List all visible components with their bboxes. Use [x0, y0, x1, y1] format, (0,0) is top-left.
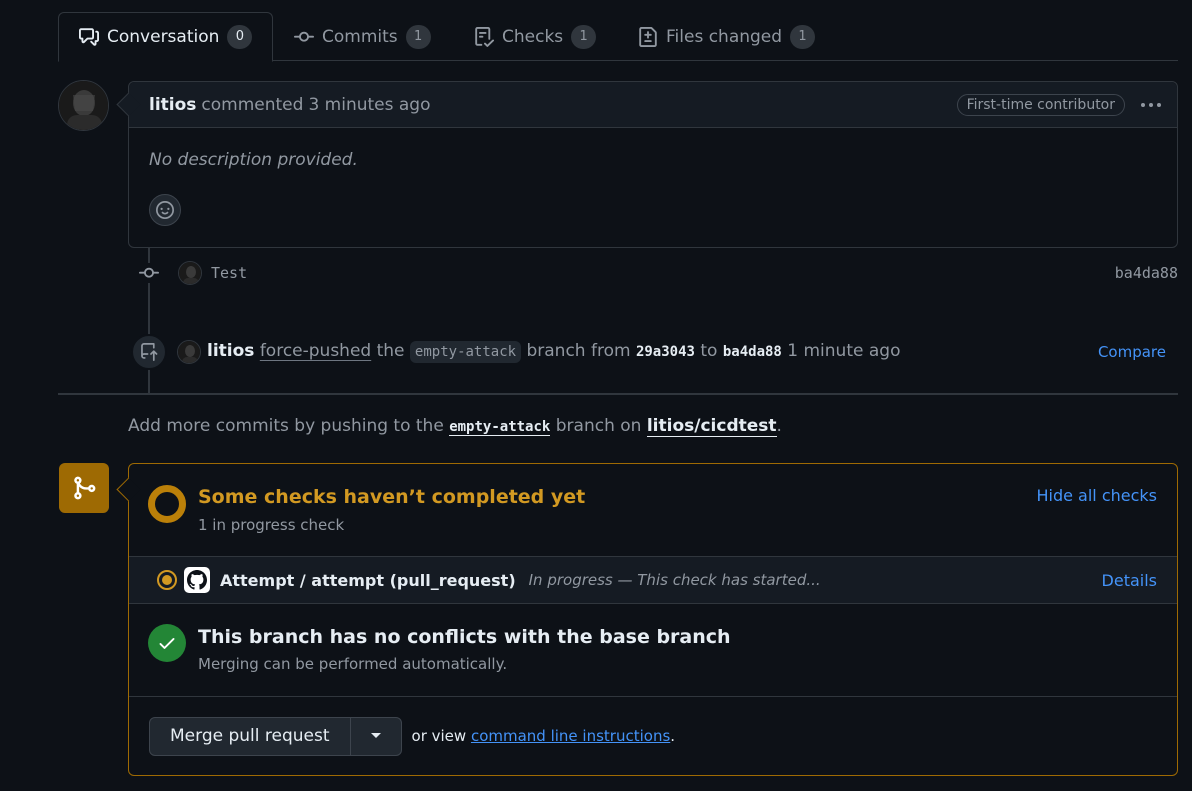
avatar[interactable]: [178, 261, 202, 285]
tab-files-changed[interactable]: Files changed 1: [618, 12, 835, 61]
tab-counter: 1: [790, 24, 816, 49]
merge-actions: Merge pull request or view command line …: [129, 697, 1177, 775]
merge-button-group: Merge pull request: [149, 716, 402, 756]
hint-suffix: .: [776, 416, 782, 436]
comment-header: litios commented 3 minutes ago First-tim…: [129, 82, 1177, 128]
comment-body: No description provided.: [149, 150, 358, 170]
check-item: Attempt / attempt (pull_request) In prog…: [129, 557, 1177, 604]
merge-box: Some checks haven’t completed yet 1 in p…: [128, 463, 1178, 776]
comment-box: litios commented 3 minutes ago First-tim…: [128, 81, 1178, 248]
force-pushed-link[interactable]: force-pushed: [260, 341, 371, 361]
tab-counter: 0: [227, 25, 253, 49]
hint-prefix: Add more commits by pushing to the: [128, 416, 444, 436]
or-view-text: or view: [411, 727, 467, 745]
tab-counter: 1: [405, 24, 431, 49]
github-actions-icon: [184, 567, 210, 593]
tab-label: Conversation: [107, 27, 220, 47]
the-text: the: [376, 341, 405, 361]
branch-from-text: branch from: [526, 341, 631, 361]
tab-label: Commits: [322, 26, 398, 47]
command-line-instructions-link[interactable]: command line instructions: [471, 727, 670, 745]
force-push-event: litios force-pushed the empty-attack bra…: [131, 334, 1178, 370]
check-status: In progress — This check has started...: [528, 571, 821, 589]
details-link[interactable]: Details: [1102, 571, 1157, 590]
first-time-contributor-badge: First-time contributor: [956, 93, 1125, 116]
force-push-text: litios force-pushed the empty-attack bra…: [207, 341, 900, 363]
to-sha[interactable]: ba4da88: [723, 344, 782, 360]
commit-message[interactable]: Test: [211, 264, 247, 282]
triangle-down-icon: [370, 732, 382, 740]
commit-row: Test ba4da88: [136, 258, 1178, 288]
tab-label: Files changed: [666, 26, 783, 47]
hint-branch[interactable]: empty-attack: [449, 419, 551, 436]
checks-summary: Some checks haven’t completed yet 1 in p…: [129, 464, 1177, 557]
comment-author[interactable]: litios: [149, 95, 196, 115]
conflicts-status: This branch has no conflicts with the ba…: [129, 604, 1177, 697]
file-diff-icon: [638, 26, 658, 47]
hide-all-checks-link[interactable]: Hide all checks: [1036, 486, 1157, 505]
tab-commits[interactable]: Commits 1: [274, 12, 451, 61]
repo-push-icon: [131, 334, 167, 370]
checklist-icon: [474, 26, 494, 47]
check-circle-icon: [148, 624, 186, 662]
push-author[interactable]: litios: [207, 341, 254, 361]
period: .: [670, 727, 676, 745]
in-progress-dot-icon: [157, 570, 177, 590]
git-commit-icon: [136, 263, 162, 283]
hint-repo-link[interactable]: litios/cicdtest: [646, 416, 777, 437]
tab-checks[interactable]: Checks 1: [454, 12, 616, 61]
check-name: Attempt / attempt (pull_request): [220, 570, 516, 590]
conflicts-title: This branch has no conflicts with the ba…: [198, 626, 731, 648]
git-commit-icon: [294, 27, 314, 47]
tab-label: Checks: [502, 26, 564, 47]
checks-subtitle: 1 in progress check: [198, 516, 345, 534]
merge-pull-request-button[interactable]: Merge pull request: [150, 717, 351, 755]
to-text: to: [700, 341, 718, 361]
from-sha[interactable]: 29a3043: [636, 344, 695, 360]
comment-discussion-icon: [79, 27, 99, 47]
pending-ring-icon: [148, 485, 186, 523]
merge-method-dropdown[interactable]: [351, 718, 401, 755]
tab-counter: 1: [571, 24, 597, 49]
timeline-divider: [58, 393, 1178, 395]
git-merge-icon: [59, 463, 109, 513]
cli-hint: or view command line instructions.: [412, 727, 676, 745]
add-more-commits-hint: Add more commits by pushing to the empty…: [128, 416, 782, 437]
avatar[interactable]: [58, 80, 109, 131]
compare-link[interactable]: Compare: [1098, 343, 1166, 361]
checks-title: Some checks haven’t completed yet: [198, 486, 586, 508]
commit-sha[interactable]: ba4da88: [1115, 264, 1178, 282]
comment-action: commented: [201, 94, 304, 115]
kebab-horizontal-icon[interactable]: [1139, 102, 1163, 108]
pr-tabs: Conversation 0 Commits 1 Checks 1 Files …: [58, 12, 1178, 62]
push-time[interactable]: 1 minute ago: [787, 341, 900, 361]
branch-name[interactable]: empty-attack: [409, 341, 522, 363]
avatar[interactable]: [177, 340, 201, 364]
hint-middle: branch on: [555, 416, 642, 436]
add-reaction-button[interactable]: [149, 194, 181, 226]
conflicts-subtitle: Merging can be performed automatically.: [198, 655, 508, 673]
comment-time[interactable]: 3 minutes ago: [308, 95, 430, 115]
smiley-icon: [156, 201, 174, 219]
tab-conversation[interactable]: Conversation 0: [58, 12, 274, 62]
